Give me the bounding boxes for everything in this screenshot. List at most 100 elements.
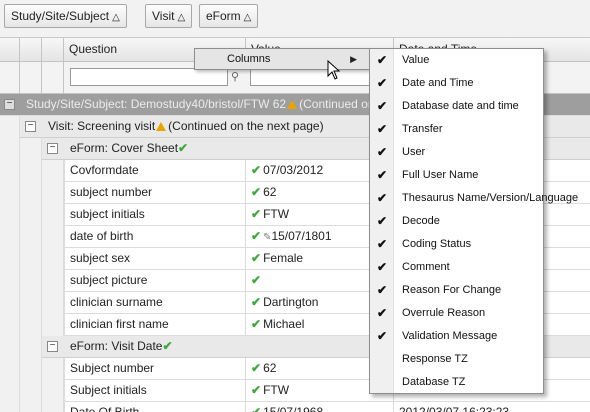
indent — [0, 292, 20, 314]
indent — [42, 182, 64, 204]
column-toggle-label: Date and Time — [402, 77, 474, 89]
filter-spacer — [42, 62, 64, 94]
question-cell[interactable]: Subject number — [64, 358, 246, 380]
group-button-label: eForm — [206, 9, 241, 23]
column-toggle-item[interactable]: ✔ Transfer — [370, 119, 543, 142]
indent — [20, 336, 42, 358]
check-icon: ✔ — [251, 185, 262, 199]
column-toggle-label: Reason For Change — [402, 284, 502, 296]
collapse-icon[interactable]: − — [47, 143, 58, 154]
filter-spacer — [0, 62, 20, 94]
check-icon: ✔ — [178, 141, 189, 155]
column-toggle-item[interactable]: ✔ Overrule Reason — [370, 303, 543, 326]
column-toggle-item[interactable]: ✔ Full User Name — [370, 165, 543, 188]
column-toggle-item[interactable]: ✔ Reason For Change — [370, 280, 543, 303]
indent — [0, 402, 20, 412]
checkmark-icon: ✔ — [377, 53, 388, 67]
column-toggle-item[interactable]: ✔ Date and Time — [370, 73, 543, 96]
column-toggle-label: Database date and time — [402, 100, 519, 112]
column-toggle-item[interactable]: ✔ Decode — [370, 211, 543, 234]
question-filter-input[interactable] — [70, 68, 228, 86]
column-toggle-item[interactable]: ✔ Validation Message — [370, 326, 543, 349]
checkmark-icon: ✔ — [377, 122, 388, 136]
eform-group-text: eForm: Visit Date — [70, 339, 163, 353]
indent — [0, 226, 20, 248]
column-toggle-item[interactable]: ✔ Thesaurus Name/Version/Language — [370, 188, 578, 211]
checkmark-icon: ✔ — [377, 237, 388, 251]
value-cell[interactable]: ✔ 15/07/1968 — [246, 402, 394, 412]
column-toggle-label: Value — [402, 54, 430, 66]
column-toggle-label: User — [402, 146, 426, 158]
column-toggle-item[interactable]: Response TZ — [370, 349, 543, 372]
indent — [42, 248, 64, 270]
column-toggle-label: Transfer — [402, 123, 443, 135]
indent — [42, 358, 64, 380]
column-toggle-item[interactable]: Database TZ — [370, 372, 543, 395]
column-toggle-item[interactable]: ✔ User — [370, 142, 543, 165]
indent — [20, 380, 42, 402]
collapse-icon[interactable]: − — [4, 99, 15, 110]
checkmark-icon: ✔ — [377, 76, 388, 90]
group-by-toolbar: Study/Site/Subject △ Visit △ eForm △ — [0, 0, 590, 38]
checkmark-icon: ✔ — [377, 168, 388, 182]
indent — [0, 358, 20, 380]
column-toggle-label: Thesaurus Name/Version/Language — [402, 192, 579, 204]
group-by-visit-button[interactable]: Visit △ — [145, 4, 193, 28]
filter-funnel-icon[interactable]: ⚲ — [231, 70, 239, 83]
table-row[interactable]: Date Of Birth ✔ 15/07/1968 2012/03/07 16:23… — [0, 402, 590, 412]
column-toggle-label: Response TZ — [402, 353, 468, 365]
group-by-study-site-subject-button[interactable]: Study/Site/Subject △ — [4, 4, 127, 28]
indent — [0, 182, 20, 204]
question-cell[interactable]: Subject initials — [64, 380, 246, 402]
question-cell[interactable]: subject number — [64, 182, 246, 204]
checkmark-icon: ✔ — [377, 329, 388, 343]
column-toggle-item[interactable]: ✔ Coding Status — [370, 234, 543, 257]
checkmark-icon: ✔ — [377, 260, 388, 274]
subject-group-text: Study/Site/Subject: Demostudy40/bristol/… — [26, 97, 287, 111]
value-text: 62 — [263, 185, 277, 199]
checkmark-icon: ✔ — [377, 145, 388, 159]
indent — [0, 138, 20, 160]
question-cell[interactable]: subject sex — [64, 248, 246, 270]
sort-asc-icon: △ — [112, 12, 120, 23]
check-icon: ✔ — [251, 405, 262, 412]
group-by-eform-button[interactable]: eForm △ — [199, 4, 259, 28]
column-toggle-label: Coding Status — [402, 238, 472, 250]
warning-icon — [156, 122, 167, 131]
sort-asc-icon: △ — [177, 12, 186, 23]
check-icon: ✔ — [251, 229, 262, 243]
column-toggle-label: Comment — [402, 261, 450, 273]
column-toggle-label: Decode — [402, 215, 440, 227]
indent — [42, 380, 64, 402]
group-button-label: Visit — [152, 9, 175, 23]
column-toggle-item[interactable]: ✔ Database date and time — [370, 96, 543, 119]
warning-icon — [287, 100, 298, 109]
context-menu: Columns ▶ — [194, 48, 370, 70]
question-cell[interactable]: Date Of Birth — [64, 402, 246, 412]
indent — [0, 160, 20, 182]
question-cell[interactable]: subject initials — [64, 204, 246, 226]
check-icon: ✔ — [251, 383, 262, 397]
check-icon: ✔ — [251, 273, 262, 287]
question-cell[interactable]: subject picture — [64, 270, 246, 292]
group-label: eForm: Visit Date✔ — [70, 336, 175, 357]
value-text: 62 — [263, 361, 277, 375]
column-toggle-label: Full User Name — [402, 169, 479, 181]
question-cell[interactable]: clinician surname — [64, 292, 246, 314]
column-toggle-label: Validation Message — [402, 330, 498, 342]
collapse-icon[interactable]: − — [47, 341, 58, 352]
question-cell[interactable]: date of birth — [64, 226, 246, 248]
visit-group-text: Visit: Screening visit — [48, 119, 156, 133]
value-text: 07/03/2012 — [263, 163, 324, 177]
question-cell[interactable]: clinician first name — [64, 314, 246, 336]
check-icon: ✔ — [251, 361, 262, 375]
checkmark-icon: ✔ — [377, 306, 388, 320]
check-icon: ✔ — [162, 339, 173, 353]
columns-menu-item[interactable]: Columns — [227, 49, 270, 69]
column-toggle-item[interactable]: ✔ Comment — [370, 257, 543, 280]
collapse-icon[interactable]: − — [25, 121, 36, 132]
indent — [20, 248, 42, 270]
date-cell[interactable]: 2012/03/07 16:23:23 — [394, 402, 590, 412]
question-cell[interactable]: Covformdate — [64, 160, 246, 182]
column-toggle-item[interactable]: ✔ Value — [370, 50, 543, 73]
